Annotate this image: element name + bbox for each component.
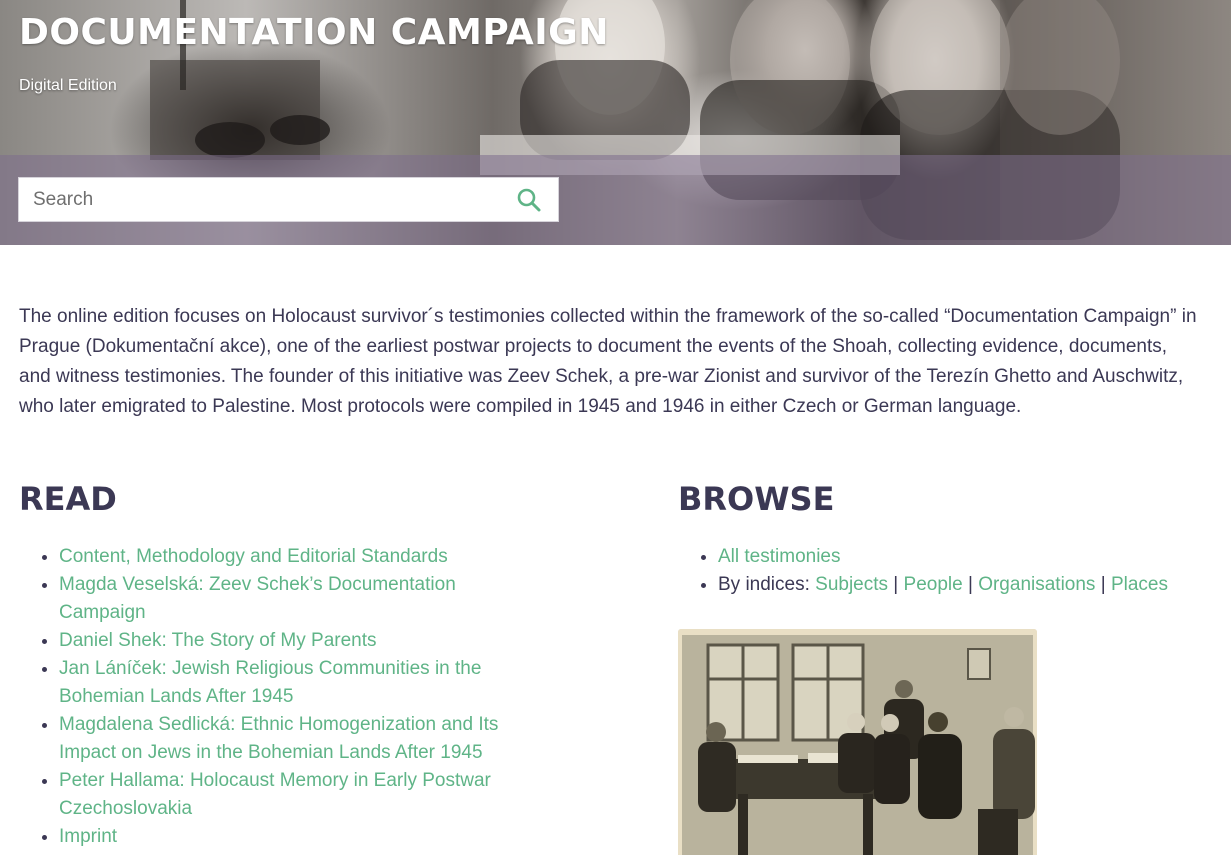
indices-label: By indices: (718, 574, 816, 595)
read-heading: READ (19, 480, 117, 518)
search-input[interactable] (19, 178, 499, 221)
list-item: Content, Methodology and Editorial Stand… (59, 543, 539, 571)
index-link-places[interactable]: Places (1111, 574, 1168, 595)
list-item: Peter Hallama: Holocaust Memory in Early… (59, 767, 539, 823)
list-item: Jan Láníček: Jewish Religious Communitie… (59, 655, 539, 711)
index-link-people[interactable]: People (904, 574, 963, 595)
list-item: Imprint (59, 823, 539, 851)
search-button[interactable] (516, 187, 542, 213)
read-link-veselska[interactable]: Magda Veselská: Zeev Schek’s Documentati… (59, 574, 456, 623)
index-link-subjects[interactable]: Subjects (815, 574, 888, 595)
separator: | (1095, 574, 1111, 595)
read-link-hallama[interactable]: Peter Hallama: Holocaust Memory in Early… (59, 770, 491, 819)
archive-photo-image (678, 629, 1037, 855)
read-link-sedlicka[interactable]: Magdalena Sedlická: Ethnic Homogenizatio… (59, 714, 498, 763)
list-item: By indices: Subjects | People | Organisa… (718, 571, 1231, 599)
archive-photo (678, 629, 1037, 855)
list-item: All testimonies (718, 543, 1231, 571)
site-subtitle: Digital Edition (19, 77, 117, 94)
intro-paragraph: The online edition focuses on Holocaust … (19, 306, 1197, 417)
search-bar (18, 177, 559, 222)
all-testimonies-link[interactable]: All testimonies (718, 546, 841, 567)
browse-heading: BROWSE (678, 480, 835, 518)
site-title[interactable]: DOCUMENTATION CAMPAIGN (19, 12, 609, 53)
list-item: Magda Veselská: Zeev Schek’s Documentati… (59, 571, 539, 627)
read-link-methodology[interactable]: Content, Methodology and Editorial Stand… (59, 546, 448, 567)
read-link-imprint[interactable]: Imprint (59, 826, 117, 847)
header-banner: DOCUMENTATION CAMPAIGN Digital Edition (0, 0, 1231, 245)
read-link-shek[interactable]: Daniel Shek: The Story of My Parents (59, 630, 377, 651)
index-link-organisations[interactable]: Organisations (978, 574, 1095, 595)
separator: | (962, 574, 979, 595)
search-icon (517, 188, 541, 212)
read-link-lanicek[interactable]: Jan Láníček: Jewish Religious Communitie… (59, 658, 481, 707)
read-list: Content, Methodology and Editorial Stand… (19, 543, 539, 851)
separator: | (888, 574, 904, 595)
browse-list: All testimonies By indices: Subjects | P… (678, 543, 1231, 599)
list-item: Magdalena Sedlická: Ethnic Homogenizatio… (59, 711, 539, 767)
list-item: Daniel Shek: The Story of My Parents (59, 627, 539, 655)
